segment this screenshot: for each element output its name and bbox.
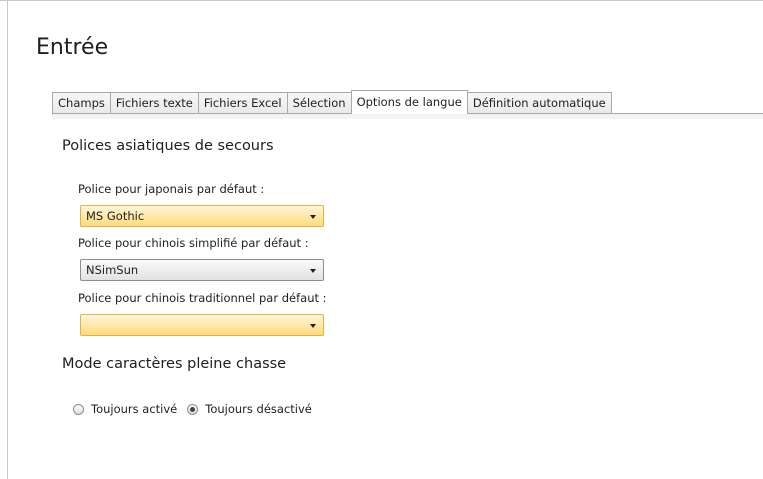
chinese-simplified-font-value: NSimSun [86,263,139,277]
chinese-simplified-font-combo[interactable]: NSimSun [80,259,324,281]
tab-fichiers-texte[interactable]: Fichiers texte [109,92,199,114]
chevron-down-icon [310,269,316,273]
tab-selection[interactable]: Sélection [286,92,352,114]
window-left-border [7,0,8,479]
chinese-traditional-font-combo[interactable] [80,314,324,336]
tab-fichiers-excel[interactable]: Fichiers Excel [197,92,288,114]
radio-always-on[interactable] [73,403,84,415]
radio-always-off-label[interactable]: Toujours désactivé [205,402,312,416]
fullwidth-mode-heading: Mode caractères pleine chasse [62,356,287,372]
asian-fonts-heading: Polices asiatiques de secours [62,138,274,154]
japanese-font-value: MS Gothic [86,209,145,223]
chinese-simplified-font-label: Police pour chinois simplifié par défaut… [78,236,309,250]
chinese-traditional-font-label: Police pour chinois traditionnel par déf… [78,291,327,305]
radio-always-off[interactable] [187,403,199,415]
radio-always-on-label[interactable]: Toujours activé [91,402,177,416]
fullwidth-radio-group: Toujours activé Toujours désactivé [73,402,322,416]
tab-definition-automatique[interactable]: Définition automatique [466,92,612,114]
chevron-down-icon [310,324,316,328]
chevron-down-icon [310,215,316,219]
japanese-font-combo[interactable]: MS Gothic [80,205,324,227]
tab-content-strip [52,114,763,119]
window-top-border [0,0,763,1]
tab-champs[interactable]: Champs [52,92,111,114]
japanese-font-label: Police pour japonais par défaut : [78,182,265,196]
tab-bar: Champs Fichiers texte Fichiers Excel Sél… [52,90,612,114]
tab-options-de-langue[interactable]: Options de langue [350,90,468,114]
page-title: Entrée [36,35,109,60]
